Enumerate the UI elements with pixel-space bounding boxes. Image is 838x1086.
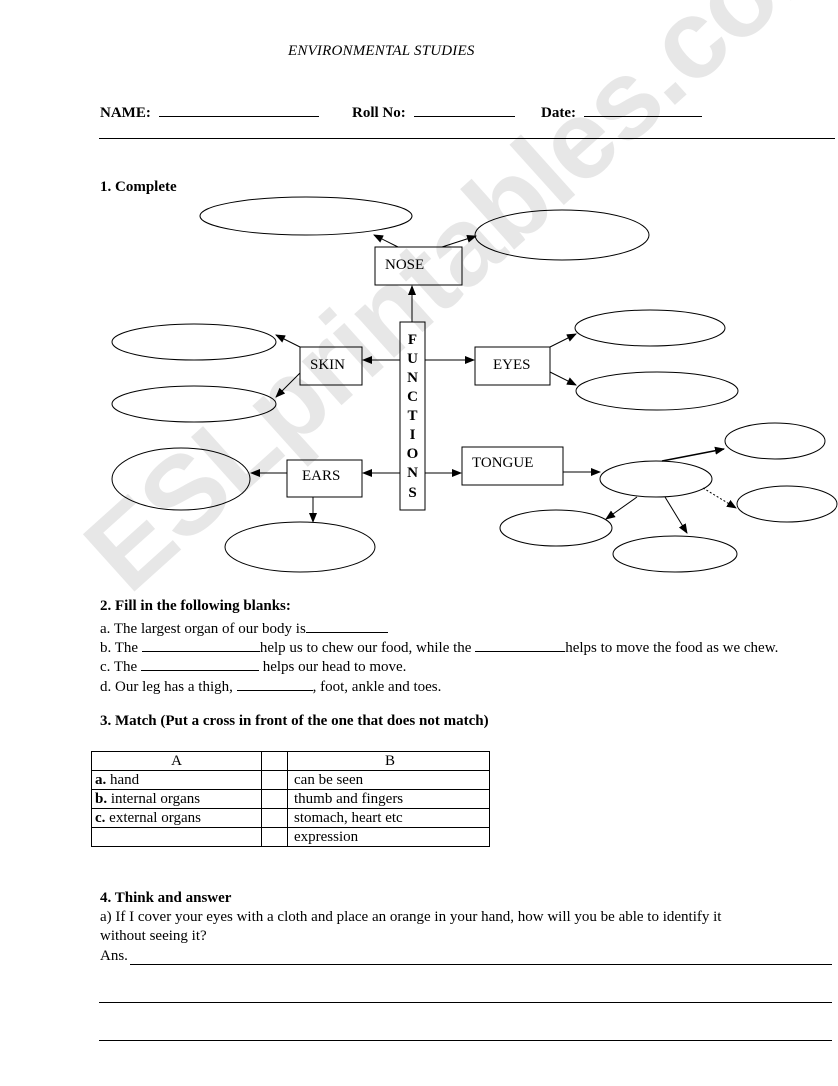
answer-line-1[interactable] bbox=[130, 964, 832, 965]
column-b-cell: thumb and fingers bbox=[287, 789, 490, 809]
section2-heading: 2. Fill in the following blanks: bbox=[100, 598, 291, 614]
eyes-label: EYES bbox=[493, 357, 531, 373]
functions-letter: F bbox=[408, 332, 417, 348]
cross-cell[interactable] bbox=[261, 827, 288, 847]
section3-heading: 3. Match (Put a cross in front of the on… bbox=[100, 713, 489, 729]
functions-letter: O bbox=[407, 446, 419, 462]
cross-cell[interactable] bbox=[261, 789, 288, 809]
functions-letter: U bbox=[407, 351, 418, 367]
skin-answer-bubble-1[interactable] bbox=[111, 323, 277, 361]
tongue-bubble-to-2-arrow bbox=[702, 487, 737, 509]
cross-column-header bbox=[261, 751, 288, 771]
match-table: A B a. hand can be seen b. internal orga… bbox=[91, 751, 490, 847]
column-a-cell: c. external organs bbox=[91, 808, 262, 828]
skin-answer-bubble-2[interactable] bbox=[111, 385, 277, 423]
tongue-bubble-to-3-arrow bbox=[605, 496, 638, 520]
functions-letter: N bbox=[407, 465, 418, 481]
nose-to-bubble1-arrow bbox=[373, 234, 399, 248]
eyes-to-bubble1-arrow bbox=[549, 333, 577, 348]
fill-blank-b1[interactable] bbox=[141, 637, 260, 652]
nose-answer-bubble-2[interactable] bbox=[474, 209, 650, 261]
answer-line-2[interactable] bbox=[99, 1002, 832, 1003]
functions-letter: T bbox=[407, 408, 417, 424]
fill-item-c-prefix: c. The bbox=[100, 659, 141, 675]
skin-to-bubble1-arrow bbox=[275, 334, 301, 348]
answer-line-3[interactable] bbox=[99, 1040, 832, 1041]
fill-item-c: c. The helps our head to move. bbox=[100, 656, 406, 676]
row-a-text: external organs bbox=[105, 810, 201, 826]
fill-blank-a[interactable] bbox=[305, 618, 388, 633]
functions-letter: C bbox=[407, 389, 418, 405]
fill-blank-c[interactable] bbox=[140, 656, 259, 671]
functions-diagram: NOSE SKIN EYES EARS TONGUE F U N C T I O… bbox=[111, 196, 838, 573]
column-a-cell bbox=[91, 827, 262, 847]
column-b-cell: expression bbox=[287, 827, 490, 847]
fill-item-d-suffix: , foot, ankle and toes. bbox=[312, 679, 442, 695]
fill-item-d-prefix: d. Our leg has a thigh, bbox=[100, 679, 237, 695]
row-a-text: hand bbox=[106, 772, 140, 788]
answer-label: Ans. bbox=[100, 948, 128, 964]
section4-heading: 4. Think and answer bbox=[100, 890, 232, 906]
fill-item-b-suffix: helps to move the food as we chew. bbox=[565, 640, 779, 656]
functions-letter: I bbox=[410, 427, 416, 443]
eyes-answer-bubble-1[interactable] bbox=[574, 309, 726, 347]
tongue-answer-bubble-2[interactable] bbox=[736, 485, 838, 523]
row-letter: c. bbox=[95, 810, 106, 826]
tongue-bubble-to-4-arrow bbox=[664, 496, 688, 534]
nose-answer-bubble-1[interactable] bbox=[199, 196, 413, 236]
tongue-bubble-to-1-arrow bbox=[661, 446, 725, 462]
column-a-cell: b. internal organs bbox=[91, 789, 262, 809]
fill-blank-b2[interactable] bbox=[475, 637, 566, 652]
fill-item-b-prefix: b. The bbox=[100, 640, 142, 656]
table-row: a. hand can be seen bbox=[91, 770, 490, 790]
functions-label: F U N C T I O N S bbox=[407, 332, 419, 501]
column-b-header: B bbox=[287, 751, 490, 771]
fill-item-a-text: a. The largest organ of our body is bbox=[100, 621, 306, 637]
question-line-2: without seeing it? bbox=[100, 928, 207, 944]
table-row: b. internal organs thumb and fingers bbox=[91, 789, 490, 809]
fill-blank-d[interactable] bbox=[236, 676, 313, 691]
ears-label: EARS bbox=[302, 468, 340, 484]
table-row: expression bbox=[91, 827, 490, 847]
functions-letter: N bbox=[407, 370, 418, 386]
tongue-answer-bubble-1[interactable] bbox=[724, 422, 826, 460]
nose-to-bubble2-arrow bbox=[441, 234, 477, 248]
nose-label: NOSE bbox=[385, 257, 424, 273]
eyes-to-bubble2-arrow bbox=[549, 371, 577, 386]
match-table-header: A B bbox=[91, 751, 490, 771]
column-a-header: A bbox=[91, 751, 262, 771]
tongue-answer-bubble-4[interactable] bbox=[612, 535, 738, 573]
row-a-text: internal organs bbox=[107, 791, 201, 807]
functions-letter: S bbox=[408, 485, 416, 501]
skin-to-bubble2-arrow bbox=[275, 372, 301, 398]
skin-label: SKIN bbox=[310, 357, 345, 373]
tongue-answer-bubble-3[interactable] bbox=[499, 509, 613, 547]
column-b-cell: stomach, heart etc bbox=[287, 808, 490, 828]
column-b-cell: can be seen bbox=[287, 770, 490, 790]
question-line-1: a) If I cover your eyes with a cloth and… bbox=[100, 909, 722, 925]
fill-item-d: d. Our leg has a thigh, , foot, ankle an… bbox=[100, 676, 441, 696]
table-row: c. external organs stomach, heart etc bbox=[91, 808, 490, 828]
ears-answer-bubble-2[interactable] bbox=[224, 521, 376, 573]
column-a-cell: a. hand bbox=[91, 770, 262, 790]
fill-item-a: a. The largest organ of our body is bbox=[100, 618, 388, 638]
cross-cell[interactable] bbox=[261, 808, 288, 828]
fill-item-b-middle: help us to chew our food, while the bbox=[259, 640, 476, 656]
row-letter: a. bbox=[95, 772, 107, 788]
row-letter: b. bbox=[95, 791, 108, 807]
tongue-label: TONGUE bbox=[472, 455, 533, 471]
ears-answer-bubble-1[interactable] bbox=[111, 447, 251, 511]
tongue-answer-bubble-main[interactable] bbox=[599, 460, 713, 498]
fill-item-c-suffix: helps our head to move. bbox=[258, 659, 407, 675]
fill-item-b: b. The help us to chew our food, while t… bbox=[100, 637, 778, 657]
cross-cell[interactable] bbox=[261, 770, 288, 790]
eyes-answer-bubble-2[interactable] bbox=[575, 371, 739, 411]
